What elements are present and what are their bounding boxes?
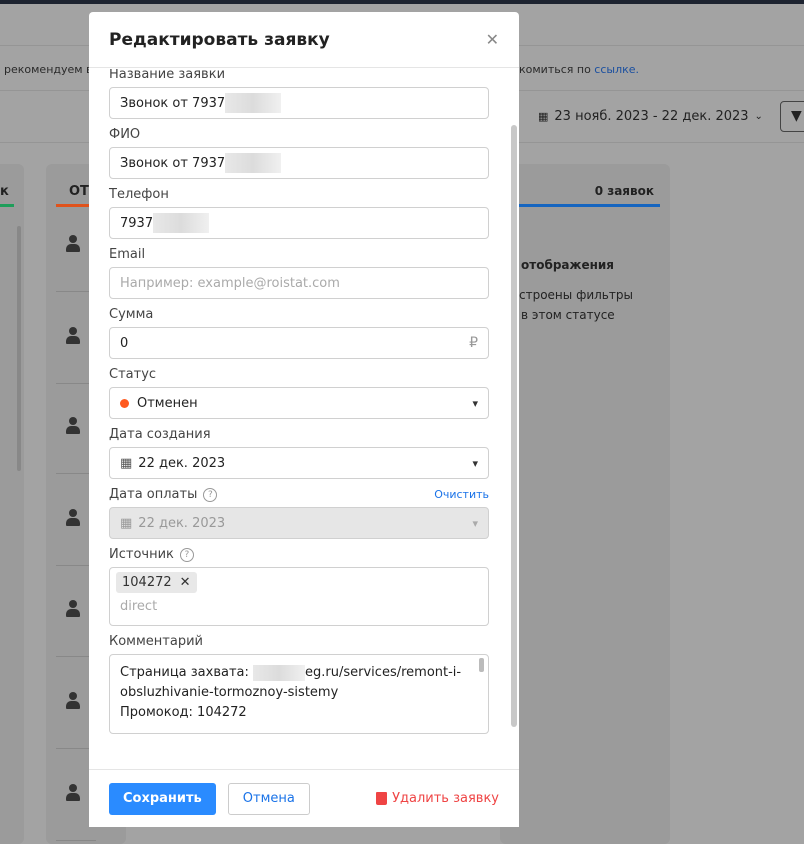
column-title: к bbox=[0, 184, 9, 199]
help-icon[interactable]: ? bbox=[179, 547, 194, 562]
modal-scrollbar[interactable] bbox=[511, 125, 517, 727]
comment-text: obsluzhivanie-tormoznoy-sistemy bbox=[120, 685, 339, 700]
calendar-icon: ▦ bbox=[538, 110, 549, 123]
chevron-down-icon: ▾ bbox=[472, 516, 478, 530]
phone-label: Телефон bbox=[109, 187, 169, 202]
paid-date-picker: ▦ 22 дек. 2023 ▾ bbox=[109, 507, 489, 539]
chevron-down-icon: ▾ bbox=[472, 456, 478, 470]
phone-value: 7937 bbox=[120, 215, 154, 231]
delete-label: Удалить заявку bbox=[392, 791, 499, 806]
name-label: Название заявки bbox=[109, 69, 226, 82]
source-label: Источник bbox=[109, 547, 174, 562]
status-select[interactable]: Отменен ▾ bbox=[109, 387, 489, 419]
created-value: 22 дек. 2023 bbox=[138, 455, 226, 471]
chevron-down-icon: ⌄ bbox=[754, 111, 763, 122]
banner-text-right: комиться по bbox=[519, 63, 591, 76]
date-range-text: 23 нояб. 2023 - 22 дек. 2023 bbox=[554, 109, 749, 124]
comment-text: Промокод: 104272 bbox=[120, 705, 247, 720]
edit-lead-modal: Редактировать заявку ✕ Название заявки З… bbox=[89, 12, 519, 827]
name-input[interactable]: Звонок от 7937 bbox=[109, 87, 489, 119]
status-value: Отменен bbox=[137, 395, 198, 411]
paid-label: Дата оплаты bbox=[109, 487, 198, 502]
person-icon bbox=[66, 509, 80, 526]
comment-text: eg.ru/services/remont-i- bbox=[305, 665, 462, 680]
comment-text: Страница захвата: bbox=[120, 665, 249, 680]
delete-lead-button[interactable]: Удалить заявку bbox=[376, 791, 499, 806]
modal-footer: Сохранить Отмена Удалить заявку bbox=[89, 769, 519, 827]
kanban-column-left: к bbox=[0, 164, 24, 844]
remove-tag-icon[interactable]: ✕ bbox=[180, 575, 191, 590]
person-icon bbox=[66, 692, 80, 709]
close-icon[interactable]: ✕ bbox=[486, 30, 499, 49]
column-title: ОТ bbox=[69, 184, 89, 199]
redacted bbox=[153, 213, 210, 233]
card-divider bbox=[56, 840, 96, 841]
empty-title: отображения bbox=[521, 258, 614, 272]
save-button[interactable]: Сохранить bbox=[109, 782, 216, 815]
person-icon bbox=[66, 600, 80, 617]
modal-title: Редактировать заявку bbox=[109, 29, 330, 50]
fio-label: ФИО bbox=[109, 127, 141, 142]
clear-paid-date-link[interactable]: Очистить bbox=[434, 488, 489, 501]
name-value: Звонок от 7937 bbox=[120, 95, 226, 111]
cancel-button[interactable]: Отмена bbox=[227, 782, 310, 815]
calendar-icon: ▦ bbox=[120, 455, 133, 471]
trash-icon bbox=[376, 792, 388, 805]
empty-text: строены фильтры bbox=[519, 288, 633, 302]
redacted bbox=[225, 153, 282, 173]
scrollbar[interactable] bbox=[17, 226, 21, 471]
paid-value: 22 дек. 2023 bbox=[138, 515, 226, 531]
calendar-icon: ▦ bbox=[120, 515, 133, 531]
column-count: 0 заявок bbox=[594, 184, 654, 198]
comment-label: Комментарий bbox=[109, 634, 203, 649]
source-tag-label: 104272 bbox=[122, 575, 172, 590]
top-bar bbox=[0, 0, 804, 4]
created-label: Дата создания bbox=[109, 427, 211, 442]
date-range-picker[interactable]: ▦ 23 нояб. 2023 - 22 дек. 2023 ⌄ bbox=[538, 109, 763, 124]
person-icon bbox=[66, 327, 80, 344]
column-color-bar bbox=[500, 204, 660, 207]
source-input[interactable]: 104272 ✕ direct bbox=[109, 567, 489, 626]
kanban-column-right: 0 заявок отображения строены фильтры в э… bbox=[500, 164, 670, 844]
redacted bbox=[253, 664, 306, 681]
fio-input[interactable]: Звонок от 7937 bbox=[109, 147, 489, 179]
created-date-picker[interactable]: ▦ 22 дек. 2023 ▾ bbox=[109, 447, 489, 479]
filter-button[interactable]: ▼ bbox=[780, 101, 804, 132]
ruble-icon: ₽ bbox=[469, 335, 478, 351]
email-label: Email bbox=[109, 247, 146, 262]
person-icon bbox=[66, 417, 80, 434]
source-tag: 104272 ✕ bbox=[116, 572, 197, 593]
person-icon bbox=[66, 235, 80, 252]
email-placeholder: Например: example@roistat.com bbox=[120, 275, 340, 291]
empty-text: в этом статусе bbox=[521, 308, 615, 322]
status-dot-icon bbox=[120, 398, 129, 408]
help-icon[interactable]: ? bbox=[203, 487, 218, 502]
banner-text-left: рекомендуем во bbox=[4, 63, 100, 76]
source-placeholder: direct bbox=[120, 599, 158, 614]
sum-input[interactable]: 0 ₽ bbox=[109, 327, 489, 359]
modal-body: Название заявки Звонок от 7937 ФИО Звоно… bbox=[89, 69, 519, 769]
email-input[interactable]: Например: example@roistat.com bbox=[109, 267, 489, 299]
filter-icon: ▼ bbox=[791, 108, 802, 124]
fio-value: Звонок от 7937 bbox=[120, 155, 226, 171]
status-label: Статус bbox=[109, 367, 157, 382]
chevron-down-icon: ▾ bbox=[472, 396, 478, 410]
sum-label: Сумма bbox=[109, 307, 154, 322]
textarea-scrollbar[interactable] bbox=[479, 658, 484, 672]
person-icon bbox=[66, 784, 80, 801]
redacted bbox=[225, 93, 282, 113]
comment-textarea[interactable]: Страница захвата: eg.ru/services/remont-… bbox=[109, 654, 489, 734]
sum-value: 0 bbox=[120, 335, 129, 351]
phone-input[interactable]: 7937 bbox=[109, 207, 489, 239]
column-color-bar bbox=[0, 204, 14, 207]
banner-link[interactable]: ссылке. bbox=[594, 63, 639, 76]
